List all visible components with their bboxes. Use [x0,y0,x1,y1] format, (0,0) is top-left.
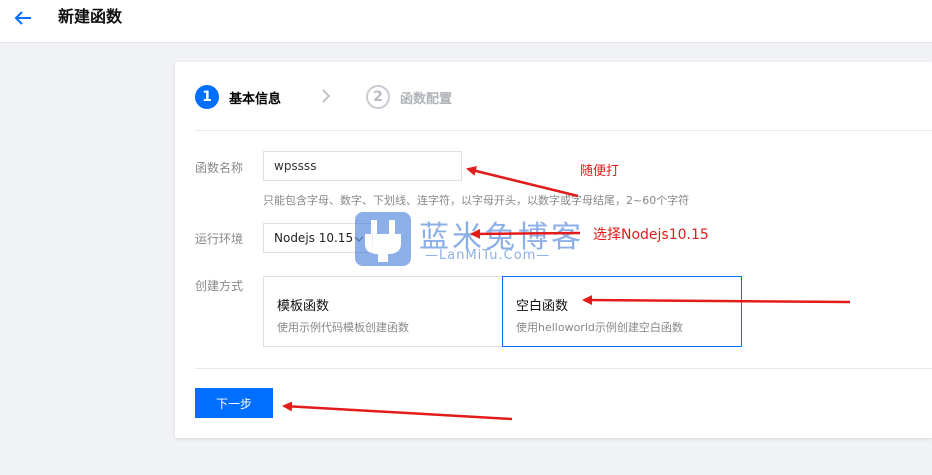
arrow-left-icon[interactable] [12,9,34,27]
step-number-badge: 1 [195,85,219,109]
option-title: 空白函数 [516,299,569,314]
creation-method-label: 创建方式 [195,279,244,293]
option-title: 模板函数 [277,299,330,314]
runtime-label: 运行环境 [195,232,244,246]
step-label: 基本信息 [229,91,282,107]
step-label: 函数配置 [400,91,453,107]
blank-function-option[interactable]: 空白函数 使用helloworld示例创建空白函数 [502,276,742,347]
divider [195,368,932,369]
function-name-input[interactable] [263,151,462,181]
option-description: 使用helloworld示例创建空白函数 [516,321,683,334]
watermark-url: —LanMiTu.Com— [425,248,551,263]
annotation-choose-runtime: 选择Nodejs10.15 [593,227,709,243]
option-description: 使用示例代码模板创建函数 [277,321,409,334]
step-function-config: 2 函数配置 [366,84,452,110]
plug-logo-icon [355,212,411,266]
function-name-label: 函数名称 [195,161,244,175]
page-title: 新建函数 [58,7,123,26]
next-step-button[interactable]: 下一步 [195,388,273,418]
divider [195,130,932,131]
step-basic-info: 1 基本信息 [195,84,281,110]
template-function-option[interactable]: 模板函数 使用示例代码模板创建函数 [263,276,503,347]
runtime-selected-value: Nodejs 10.15 [274,231,354,245]
watermark: 蓝米兔博客 —LanMiTu.Com— [355,210,581,270]
chevron-right-icon [322,89,331,103]
annotation-type-anything: 随便打 [580,164,620,179]
step-number-badge: 2 [366,85,390,109]
function-name-hint: 只能包含字母、数字、下划线、连字符，以字母开头，以数字或字母结尾，2~60个字符 [263,194,690,207]
top-bar: 新建函数 [0,0,932,43]
